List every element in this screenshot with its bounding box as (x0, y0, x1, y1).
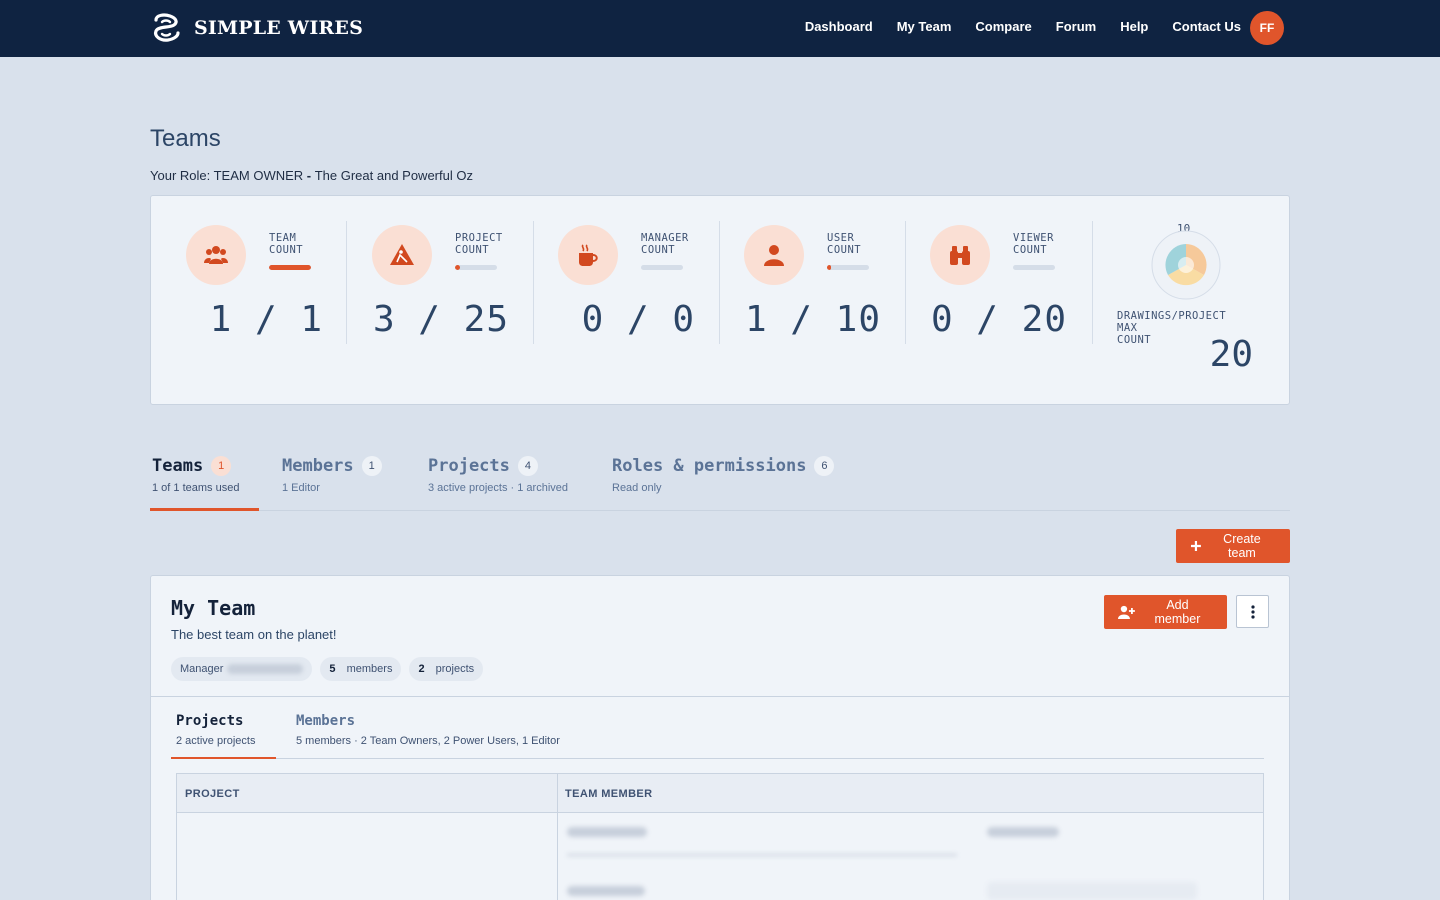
column-header-project: PROJECT (185, 788, 240, 800)
tab-badge: 4 (517, 456, 538, 476)
user-plus-icon (1118, 605, 1135, 619)
nav-forum[interactable]: Forum (1056, 19, 1096, 34)
stat-user-count: USER COUNT 1 / 10 (709, 221, 895, 371)
tab-title: Projects (428, 456, 510, 476)
brand-name: SIMPLE WIRES (194, 17, 364, 39)
kebab-menu-icon (1250, 604, 1255, 619)
tab-subtitle: 1 of 1 teams used (152, 482, 240, 494)
tab-subtitle: 1 Editor (282, 482, 320, 494)
coffee-icon (558, 225, 618, 285)
construction-icon (372, 225, 432, 285)
stat-value: 3 / 25 (372, 299, 509, 340)
simple-wires-logo-icon (154, 13, 180, 42)
active-tab-underline (150, 508, 259, 511)
usage-stats-card: TEAM COUNT 1 / 1 PROJECT COUNT 3 / 25 MANA… (150, 195, 1290, 405)
stat-team-count: TEAM COUNT 1 / 1 (151, 221, 337, 371)
stat-progress-bar (1013, 265, 1055, 270)
add-member-label: Add member (1154, 598, 1201, 626)
role-name: The Great and Powerful Oz (314, 168, 473, 183)
role-separator: - (303, 168, 315, 183)
active-subtab-underline (171, 757, 276, 759)
stat-progress-fill (827, 265, 832, 270)
table-header-row: PROJECT TEAM MEMBER (177, 774, 1263, 813)
stat-progress-bar (641, 265, 683, 270)
tab-badge: 1 (211, 456, 232, 476)
binoculars-icon (930, 225, 990, 285)
create-team-label: Create team (1223, 532, 1261, 560)
tab-subtitle: Read only (612, 482, 662, 494)
user-icon (744, 225, 804, 285)
tab-roles-permissions[interactable]: Roles & permissions 6 Read only (612, 450, 852, 511)
role-line: Your Role: TEAM OWNER - The Great and Po… (150, 168, 473, 183)
main-tabs: Teams 1 1 of 1 teams used Members 1 1 Edit… (150, 450, 1290, 511)
tab-badge: 6 (814, 456, 835, 476)
tab-projects[interactable]: Projects 4 3 active projects · 1 archived (428, 450, 588, 511)
subtab-title: Members (296, 713, 356, 729)
top-navbar: SIMPLE WIRES Dashboard My Team Compare F… (0, 0, 1440, 57)
projects-chip: 2 projects (409, 657, 484, 681)
subtab-projects[interactable]: Projects 2 active projects (176, 706, 276, 759)
tab-teams[interactable]: Teams 1 1 of 1 teams used (152, 450, 259, 511)
members-chip: 5 members (320, 657, 402, 681)
users-icon (186, 225, 246, 285)
stat-progress-fill (455, 265, 461, 270)
stat-drawings-per-project: 10 DRAWINGS/PROJECT MAX COUNT 20 (1117, 218, 1287, 378)
redacted-select[interactable] (987, 882, 1197, 900)
drawings-value: 20 (1209, 334, 1253, 375)
more-options-button[interactable] (1236, 595, 1269, 628)
stat-progress-bar (827, 265, 869, 270)
stat-project-count: PROJECT COUNT 3 / 25 (337, 221, 523, 371)
team-card: My Team The best team on the planet! Man… (150, 575, 1290, 900)
stat-progress-fill (269, 265, 311, 270)
redacted-divider (567, 854, 957, 856)
column-header-team-member: TEAM MEMBER (565, 788, 653, 800)
divider (1092, 221, 1093, 344)
tab-title: Roles & permissions (612, 456, 807, 476)
projects-table: PROJECT TEAM MEMBER (176, 773, 1264, 900)
team-subtabs: Projects 2 active projects Members 5 mem… (171, 706, 1264, 759)
subtab-title: Projects (176, 713, 244, 729)
tab-subtitle: 3 active projects · 1 archived (428, 482, 569, 494)
tab-title: Teams (152, 456, 204, 476)
tab-title: Members (282, 456, 354, 476)
drawings-donut-chart (1151, 230, 1221, 300)
nav-my-team[interactable]: My Team (897, 19, 952, 34)
team-name: My Team (171, 596, 256, 620)
redacted-name (567, 886, 645, 896)
redacted-name (227, 664, 304, 674)
stat-value: 1 / 1 (209, 299, 323, 340)
nav-links: Dashboard My Team Compare Forum Help Con… (805, 19, 1241, 34)
page-title: Teams (150, 125, 221, 152)
stat-value: 0 / 0 (581, 299, 695, 340)
stat-label: VIEWER COUNT (1013, 232, 1054, 256)
tab-badge: 1 (361, 456, 382, 476)
brand-logo[interactable]: SIMPLE WIRES (150, 12, 363, 44)
role-prefix: Your Role: TEAM OWNER (150, 168, 304, 183)
tab-members[interactable]: Members 1 1 Editor (282, 450, 402, 511)
add-member-button[interactable]: Add member (1104, 595, 1227, 629)
stat-progress-bar (455, 265, 497, 270)
nav-contact-us[interactable]: Contact Us (1172, 19, 1241, 34)
stat-viewer-count: VIEWER COUNT 0 / 20 (895, 221, 1081, 371)
plus-icon (1190, 541, 1201, 551)
stat-progress-bar (269, 265, 311, 270)
user-avatar[interactable]: FF (1250, 11, 1284, 45)
nav-dashboard[interactable]: Dashboard (805, 19, 873, 34)
stat-value: 0 / 20 (930, 299, 1067, 340)
subtab-members[interactable]: Members 5 members · 2 Team Owners, 2 Pow… (296, 706, 596, 759)
team-chips: Manager 5 members 2 projects (171, 657, 484, 681)
team-description: The best team on the planet! (171, 627, 337, 642)
nav-help[interactable]: Help (1120, 19, 1148, 34)
create-team-button[interactable]: Create team (1176, 529, 1290, 563)
column-separator (557, 774, 558, 900)
subtab-subtitle: 5 members · 2 Team Owners, 2 Power Users… (296, 735, 560, 747)
divider (151, 696, 1289, 697)
redacted-role (987, 827, 1059, 837)
manager-chip: Manager (171, 657, 313, 681)
stat-value: 1 / 10 (744, 299, 881, 340)
redacted-name (567, 827, 647, 837)
nav-compare[interactable]: Compare (975, 19, 1031, 34)
stat-manager-count: MANAGER COUNT 0 / 0 (523, 221, 709, 371)
subtab-subtitle: 2 active projects (176, 735, 256, 747)
